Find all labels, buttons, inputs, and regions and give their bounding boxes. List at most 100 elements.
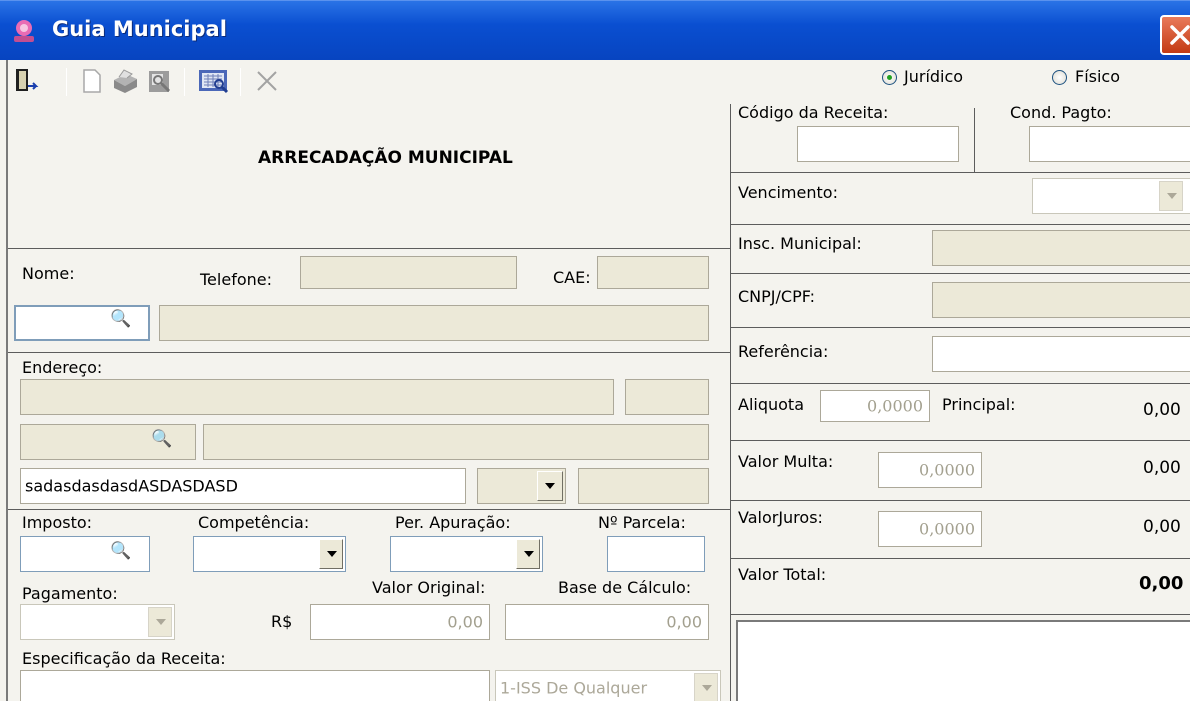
base-calculo-field[interactable]: 0,00 (505, 604, 709, 640)
page-title: ARRECADAÇÃO MUNICIPAL (258, 148, 513, 168)
new-icon[interactable] (78, 66, 106, 96)
valor-original-label: Valor Original: (372, 578, 486, 597)
referencia-field[interactable] (932, 336, 1190, 372)
multa-value: 0,0000 (919, 460, 975, 480)
cae-field[interactable] (597, 256, 709, 289)
juros-field[interactable]: 0,0000 (878, 511, 982, 547)
delete-icon[interactable] (252, 66, 280, 96)
chevron-down-icon[interactable] (516, 539, 540, 569)
toolbar-separator (184, 68, 185, 96)
divider (730, 172, 1190, 173)
report-icon[interactable] (196, 66, 229, 96)
print-icon[interactable] (110, 66, 138, 96)
endereco-field[interactable] (20, 379, 614, 415)
divider (8, 509, 730, 510)
pagamento-label: Pagamento: (22, 584, 118, 603)
multa-label: Valor Multa: (738, 452, 834, 471)
especificacao-select[interactable]: 1-ISS De Qualquer (495, 670, 721, 701)
especificacao-select-value: 1-ISS De Qualquer (500, 678, 648, 698)
juridico-label[interactable]: Jurídico (904, 67, 963, 86)
complemento-field[interactable] (578, 468, 709, 504)
telefone-label: Telefone: (200, 270, 272, 289)
codigo-receita-field[interactable] (797, 126, 959, 162)
vencimento-label: Vencimento: (738, 183, 838, 202)
cnpj-cpf-field[interactable] (932, 282, 1190, 318)
insc-municipal-field[interactable] (932, 230, 1190, 266)
aliquota-value: 0,0000 (867, 396, 923, 416)
valor-total-label: Valor Total: (738, 565, 827, 584)
valor-original-field[interactable]: 0,00 (310, 604, 490, 640)
fisico-label[interactable]: Físico (1075, 67, 1120, 86)
nome-label: Nome: (22, 264, 75, 283)
principal-label: Principal: (942, 395, 1016, 414)
uf-select[interactable] (477, 468, 566, 504)
apuracao-select[interactable] (390, 536, 543, 572)
vencimento-select[interactable] (1032, 178, 1190, 214)
valor-original-value: 0,00 (447, 612, 483, 632)
valor-total-value: 0,00 (1139, 573, 1184, 594)
competencia-label: Competência: (198, 513, 310, 532)
endereco-label: Endereço: (22, 358, 103, 377)
observacoes-area[interactable] (736, 620, 1190, 701)
chevron-down-icon[interactable] (148, 607, 172, 637)
juros-value: 0,0000 (919, 519, 975, 539)
codigo-receita-label: Código da Receita: (738, 103, 889, 122)
aliquota-label: Aliquota (738, 395, 804, 414)
divider (974, 108, 975, 172)
chevron-down-icon[interactable] (319, 539, 343, 569)
insc-municipal-label: Insc. Municipal: (738, 234, 862, 253)
especificacao-label: Especificação da Receita: (22, 649, 226, 668)
divider (8, 352, 730, 353)
multa-field[interactable]: 0,0000 (878, 452, 982, 488)
search-icon[interactable]: 🔍 (151, 429, 172, 449)
cond-pagto-field[interactable] (1029, 126, 1190, 162)
divider (730, 383, 1190, 384)
close-icon (1170, 25, 1190, 45)
especificacao-field[interactable] (20, 670, 490, 701)
juridico-radio[interactable] (882, 70, 897, 85)
toolbar-separator (240, 68, 241, 96)
app-icon (10, 17, 38, 45)
numero-field[interactable] (625, 379, 709, 415)
cidade-value: sadasdasdasdASDASDASD (25, 476, 238, 496)
nome-field[interactable] (159, 305, 709, 341)
multa-total: 0,00 (1143, 458, 1181, 478)
close-button[interactable] (1160, 15, 1190, 55)
parcela-label: Nº Parcela: (598, 513, 686, 532)
left-border (6, 60, 8, 701)
imposto-label: Imposto: (22, 513, 93, 532)
referencia-label: Referência: (738, 342, 829, 361)
chevron-down-icon[interactable] (1159, 181, 1183, 211)
telefone-field[interactable] (300, 256, 517, 289)
bairro-field[interactable] (203, 424, 709, 460)
search-icon[interactable]: 🔍 (110, 541, 131, 561)
divider (730, 500, 1190, 501)
divider (730, 224, 1190, 225)
toolbar-separator (66, 68, 67, 96)
preview-icon[interactable] (145, 66, 173, 96)
divider (730, 273, 1190, 274)
juros-label: ValorJuros: (738, 508, 823, 527)
cidade-field[interactable]: sadasdasdasdASDASDASD (20, 468, 466, 504)
divider (8, 248, 730, 249)
divider (730, 558, 1190, 559)
exit-icon[interactable] (12, 66, 40, 96)
divider (730, 614, 1190, 615)
aliquota-field[interactable]: 0,0000 (820, 390, 930, 422)
column-divider (730, 104, 731, 701)
chevron-down-icon[interactable] (694, 673, 718, 701)
competencia-select[interactable] (193, 536, 346, 572)
apuracao-label: Per. Apuração: (395, 513, 511, 532)
search-icon[interactable]: 🔍 (110, 309, 131, 329)
cond-pagto-label: Cond. Pagto: (1010, 103, 1112, 122)
parcela-field[interactable] (607, 536, 705, 572)
fisico-radio[interactable] (1052, 70, 1067, 85)
cnpj-cpf-label: CNPJ/CPF: (738, 287, 816, 306)
pagamento-select[interactable] (20, 604, 175, 640)
cae-label: CAE: (553, 268, 591, 287)
window-title: Guia Municipal (52, 17, 227, 41)
currency-label: R$ (271, 612, 293, 631)
divider (730, 440, 1190, 441)
base-calculo-value: 0,00 (666, 612, 702, 632)
chevron-down-icon[interactable] (537, 471, 563, 501)
